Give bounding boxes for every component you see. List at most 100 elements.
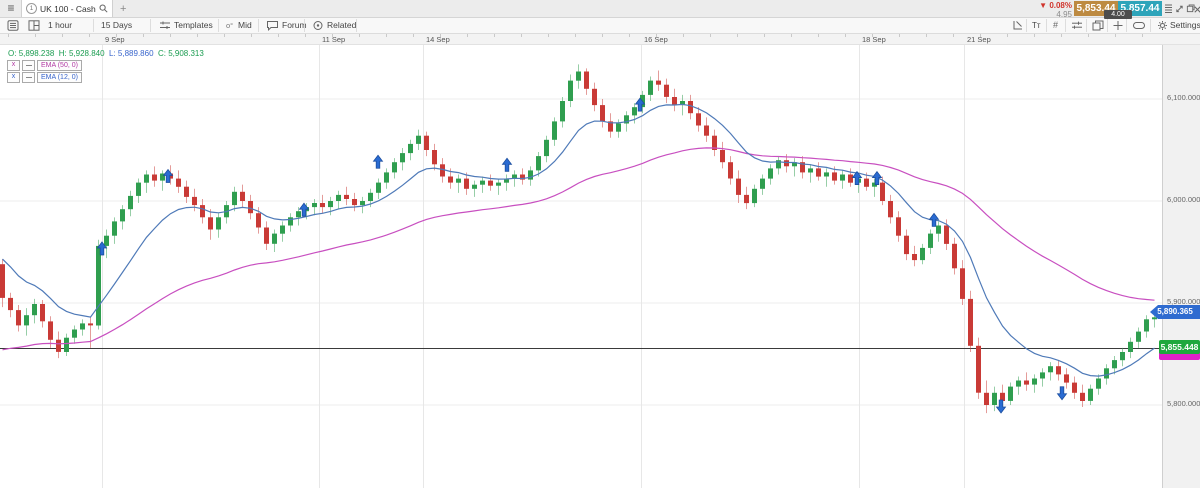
candle-up	[64, 338, 69, 352]
price-axis[interactable]	[1162, 45, 1200, 488]
candle-down	[16, 310, 21, 325]
legend-lines-icon[interactable]	[1164, 3, 1173, 14]
range-selector[interactable]: 15 Days	[101, 20, 132, 31]
ema-12-line	[3, 104, 1155, 376]
time-minor-tick	[62, 34, 63, 37]
candle-down	[976, 346, 981, 393]
text-tool-button[interactable]: Tᴛ	[1032, 20, 1041, 31]
indicator-label[interactable]: EMA (12, 0)	[37, 72, 82, 83]
candle-up	[280, 226, 285, 234]
candle-down	[688, 101, 693, 113]
settings-gear-icon[interactable]	[1157, 20, 1168, 31]
instrument-title: UK 100 - Cash	[40, 4, 96, 14]
candle-up	[392, 162, 397, 172]
time-minor-tick	[953, 34, 954, 37]
crosshair-icon[interactable]	[1112, 20, 1124, 31]
time-minor-tick	[575, 34, 576, 37]
candle-up	[1008, 387, 1013, 401]
spread-badge: 4.00	[1104, 10, 1132, 19]
candle-up	[560, 101, 565, 121]
candle-down	[88, 323, 93, 325]
candle-up	[272, 234, 277, 244]
candle-up	[568, 81, 573, 101]
hamburger-menu-icon[interactable]: ≡	[3, 1, 19, 16]
compare-overlay-icon[interactable]	[1092, 20, 1104, 31]
candle-up	[616, 124, 621, 132]
candle-down	[664, 85, 669, 97]
trade-marker-down-icon[interactable]	[997, 400, 1006, 413]
candle-down	[152, 175, 157, 181]
templates-sliders-icon[interactable]	[159, 20, 171, 31]
candle-up	[312, 203, 317, 207]
remove-indicator-button[interactable]: x	[7, 72, 20, 83]
candle-down	[896, 217, 901, 235]
time-axis[interactable]	[0, 34, 1200, 45]
indicator-style-swatch[interactable]	[22, 60, 35, 71]
price-axis-label: 5,800.000	[1167, 399, 1200, 408]
watchlist-icon[interactable]	[7, 20, 19, 31]
remove-indicator-button[interactable]: x	[7, 60, 20, 71]
related-icon[interactable]	[312, 20, 324, 31]
toolbar-separator	[93, 19, 94, 32]
candle-down	[176, 179, 181, 187]
candle-up	[1040, 372, 1045, 378]
trade-marker-down-icon[interactable]	[1058, 387, 1067, 400]
candle-down	[984, 393, 989, 405]
trade-marker-up-icon[interactable]	[503, 158, 512, 171]
toolbar-separator	[1126, 19, 1127, 32]
grid-toggle-button[interactable]: #	[1053, 20, 1058, 31]
interval-selector[interactable]: 1 hour	[48, 20, 72, 31]
new-tab-button[interactable]: +	[120, 3, 126, 15]
time-minor-tick	[1115, 34, 1116, 37]
templates-button[interactable]: Templates	[174, 20, 213, 31]
time-minor-tick	[143, 34, 144, 37]
indicator-label[interactable]: EMA (50, 0)	[37, 60, 82, 71]
mid-price-selector[interactable]: Mid	[238, 20, 252, 31]
price-change: ▼ 0.08% 4.95	[1032, 0, 1072, 19]
candle-down	[672, 97, 677, 105]
candle-up	[1120, 352, 1125, 360]
chart-plot-area[interactable]	[0, 45, 1162, 488]
time-minor-tick	[467, 34, 468, 37]
candle-up	[288, 217, 293, 225]
axis-scale-icon[interactable]	[1012, 20, 1024, 31]
time-minor-tick	[899, 34, 900, 37]
candle-up	[296, 211, 301, 217]
candle-up	[232, 192, 237, 205]
candle-up	[536, 156, 541, 170]
indicator-style-swatch[interactable]	[22, 72, 35, 83]
instrument-tab[interactable]: 1 UK 100 - Cash	[21, 0, 113, 17]
candle-down	[264, 228, 269, 244]
candle-down	[912, 254, 917, 260]
candle-down	[952, 244, 957, 268]
related-button[interactable]: Related	[327, 20, 356, 31]
time-minor-tick	[197, 34, 198, 37]
candle-up	[920, 248, 925, 260]
search-icon[interactable]	[99, 4, 108, 13]
time-axis-label: 21 Sep	[967, 35, 991, 44]
candle-up	[552, 121, 557, 139]
time-minor-tick	[305, 34, 306, 37]
time-minor-tick	[1088, 34, 1089, 37]
forum-button[interactable]: Forum	[282, 20, 307, 31]
candle-up	[328, 201, 333, 207]
candlestick-chart[interactable]	[0, 45, 1162, 488]
candle-up	[992, 393, 997, 405]
price-axis-label: 6,100.000	[1167, 93, 1200, 102]
candle-down	[448, 177, 453, 183]
indicator-sliders-icon[interactable]	[1071, 20, 1083, 31]
candle-down	[240, 192, 245, 201]
close-icon[interactable]	[1193, 4, 1200, 15]
settings-button[interactable]: Settings	[1170, 20, 1200, 31]
layout-icon[interactable]	[28, 20, 40, 31]
candle-up	[376, 183, 381, 193]
expand-icon[interactable]	[1175, 3, 1184, 14]
candle-down	[720, 150, 725, 162]
draw-shape-icon[interactable]	[1132, 20, 1146, 31]
candle-up	[400, 153, 405, 162]
candle-up	[24, 315, 29, 325]
tab-number-badge: 1	[26, 3, 37, 14]
forum-bubble-icon[interactable]	[266, 20, 279, 31]
trade-marker-up-icon[interactable]	[374, 155, 383, 168]
toolbar-separator	[1026, 19, 1027, 32]
